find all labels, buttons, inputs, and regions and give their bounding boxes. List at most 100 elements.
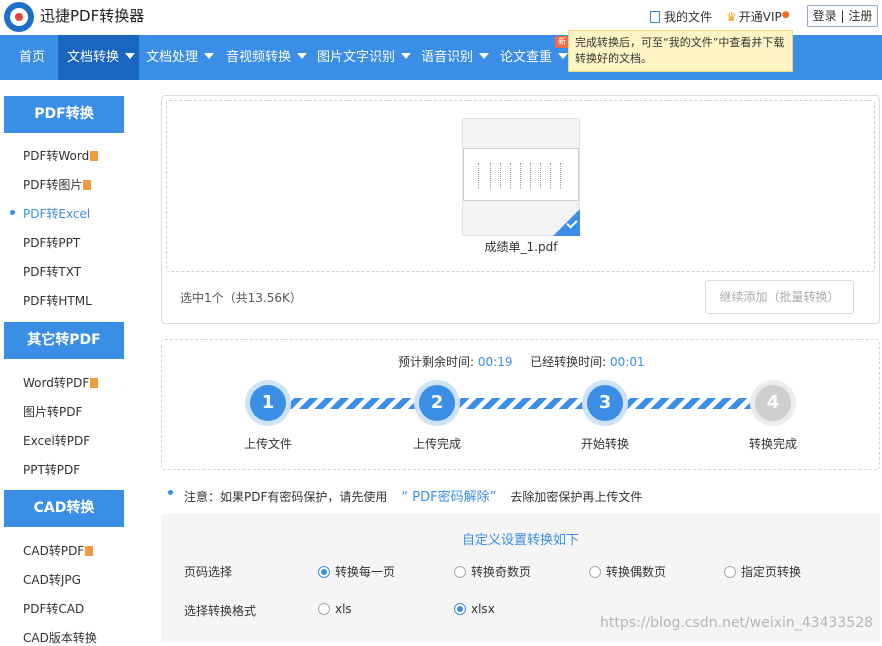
sidebar-item-cad-pdf[interactable]: CAD转PDF	[23, 542, 94, 559]
step-3: 3	[582, 380, 628, 426]
progress-connector	[290, 398, 416, 409]
chevron-down-icon	[401, 53, 412, 59]
nav-ocr[interactable]: 图片文字识别	[317, 35, 412, 80]
app-title: 迅捷PDF转换器	[40, 7, 145, 25]
sidebar-item-image-pdf[interactable]: 图片转PDF	[23, 403, 82, 420]
hot-icon	[83, 180, 92, 190]
step-number: 1	[250, 385, 286, 421]
sidebar-item-pdf-cad[interactable]: PDF转CAD	[23, 600, 84, 617]
nav-av-convert[interactable]: 音视频转换	[226, 35, 308, 80]
new-badge: 新	[555, 36, 569, 48]
sidebar-item-label: 图片转PDF	[23, 405, 83, 419]
step-label: 上传完成	[412, 437, 461, 451]
sidebar-item-excel-pdf[interactable]: Excel转PDF	[23, 432, 90, 449]
step-label: 开始转换	[580, 437, 629, 451]
password-notice: 注意：如果PDF有密码保护，请先使用 “ PDF密码解除” 去除加密保护再上传文件	[184, 486, 642, 505]
hot-icon	[90, 151, 99, 161]
step-label: 转换完成	[748, 437, 797, 451]
format-option-xls[interactable]: xls	[318, 602, 352, 616]
option-label: 转换偶数页	[606, 565, 667, 579]
sidebar-item-label: CAD版本转换	[23, 631, 97, 645]
settings-title: 自定义设置转换如下	[461, 533, 579, 548]
app-logo-icon	[4, 2, 34, 32]
step-number: 2	[419, 385, 455, 421]
sidebar-item-pdf-ppt[interactable]: PDF转PPT	[23, 234, 80, 251]
sidebar-item-pdf-html[interactable]: PDF转HTML	[23, 292, 92, 309]
nav-plagiarism-label: 论文查重	[500, 50, 553, 65]
option-label: xlsx	[471, 602, 495, 616]
remaining-label: 预计剩余时间:	[398, 355, 475, 369]
chevron-down-icon	[204, 53, 215, 59]
page-option-custom[interactable]: 指定页转换	[724, 563, 801, 580]
elapsed-value: 00:01	[610, 355, 645, 369]
file-name: 成绩单_1.pdf	[484, 240, 558, 254]
format-option-xlsx[interactable]: xlsx	[454, 602, 495, 616]
document-preview-icon	[463, 148, 579, 201]
sidebar-item-label: Excel转PDF	[23, 434, 91, 448]
nav-home[interactable]: 首页	[19, 35, 45, 80]
sidebar-item-label: PDF转PPT	[23, 236, 81, 250]
sidebar-item-word-pdf[interactable]: Word转PDF	[23, 374, 99, 391]
chevron-down-icon	[479, 53, 490, 59]
step-4: 4	[750, 380, 796, 426]
flame-icon: ●	[781, 10, 790, 20]
elapsed-label: 已经转换时间:	[530, 355, 607, 369]
page-option-all[interactable]: 转换每一页	[318, 563, 395, 580]
sidebar-item-ppt-pdf[interactable]: PPT转PDF	[23, 461, 80, 478]
option-label: 指定页转换	[741, 565, 802, 579]
step-1: 1	[245, 380, 291, 426]
option-label: xls	[335, 602, 352, 616]
sidebar-section-to-pdf: 其它转PDF	[4, 322, 124, 359]
step-number: 4	[755, 385, 791, 421]
vip-label: 开通VIP	[738, 10, 782, 24]
option-label: 转换奇数页	[471, 565, 532, 579]
nav-doc-convert[interactable]: 文档转换	[58, 35, 139, 80]
checkmark-icon[interactable]	[553, 209, 580, 236]
progress-connector	[627, 398, 752, 409]
radio-icon	[318, 603, 330, 615]
hot-icon	[90, 378, 99, 388]
time-info: 预计剩余时间: 00:19 已经转换时间: 00:01	[398, 353, 645, 370]
progress-connector	[459, 398, 583, 409]
add-more-button[interactable]: 继续添加（批量转换）	[705, 280, 854, 314]
sidebar-item-pdf-txt[interactable]: PDF转TXT	[23, 263, 81, 280]
sidebar-item-cad-jpg[interactable]: CAD转JPG	[23, 571, 81, 588]
pdf-unlock-link[interactable]: “ PDF密码解除”	[401, 490, 496, 505]
nav-speech[interactable]: 语音识别	[421, 35, 490, 80]
nav-av-convert-label: 音视频转换	[226, 50, 292, 65]
notice-prefix: 注意：如果PDF有密码保护，请先使用	[184, 490, 388, 504]
nav-home-label: 首页	[19, 50, 46, 65]
nav-doc-process-label: 文档处理	[146, 50, 199, 65]
chevron-down-icon	[297, 53, 308, 59]
sidebar-item-label: PDF转HTML	[23, 294, 92, 308]
sidebar-item-pdf-excel[interactable]: PDF转Excel	[23, 205, 90, 222]
sidebar-item-pdf-image[interactable]: PDF转图片	[23, 176, 92, 193]
crown-icon: ♛	[726, 10, 737, 24]
vip-link[interactable]: ♛ 开通VIP●	[726, 8, 790, 25]
radio-icon	[724, 566, 736, 578]
my-files-link[interactable]: 我的文件	[650, 8, 712, 25]
remaining-value: 00:19	[477, 355, 513, 369]
nav-doc-convert-label: 文档转换	[67, 50, 120, 65]
sidebar-item-pdf-word[interactable]: PDF转Word	[23, 147, 99, 164]
sidebar-item-cad-version[interactable]: CAD版本转换	[23, 629, 97, 646]
login-link[interactable]: 登录	[813, 9, 837, 23]
step-2: 2	[414, 380, 460, 426]
page-option-odd[interactable]: 转换奇数页	[454, 563, 531, 580]
tooltip: 完成转换后，可至“我的文件”中查看并下载转换好的文档。	[568, 30, 793, 72]
sidebar-section-pdf-convert: PDF转换	[4, 96, 124, 133]
document-icon	[650, 11, 660, 23]
hot-icon	[85, 546, 94, 556]
register-link[interactable]: 注册	[848, 9, 872, 23]
nav-doc-process[interactable]: 文档处理	[146, 35, 215, 80]
sidebar-item-label: PPT转PDF	[23, 463, 81, 477]
chevron-down-icon	[125, 53, 136, 59]
sidebar-item-label: PDF转TXT	[23, 265, 82, 279]
radio-icon	[589, 566, 601, 578]
notice-suffix: 去除加密保护再上传文件	[510, 490, 643, 504]
selection-info: 选中1个（共13.56K）	[180, 291, 302, 305]
nav-speech-label: 语音识别	[421, 50, 474, 65]
radio-selected-icon	[318, 566, 330, 578]
page-option-even[interactable]: 转换偶数页	[589, 563, 666, 580]
sidebar-item-label: PDF转Word	[23, 149, 90, 163]
